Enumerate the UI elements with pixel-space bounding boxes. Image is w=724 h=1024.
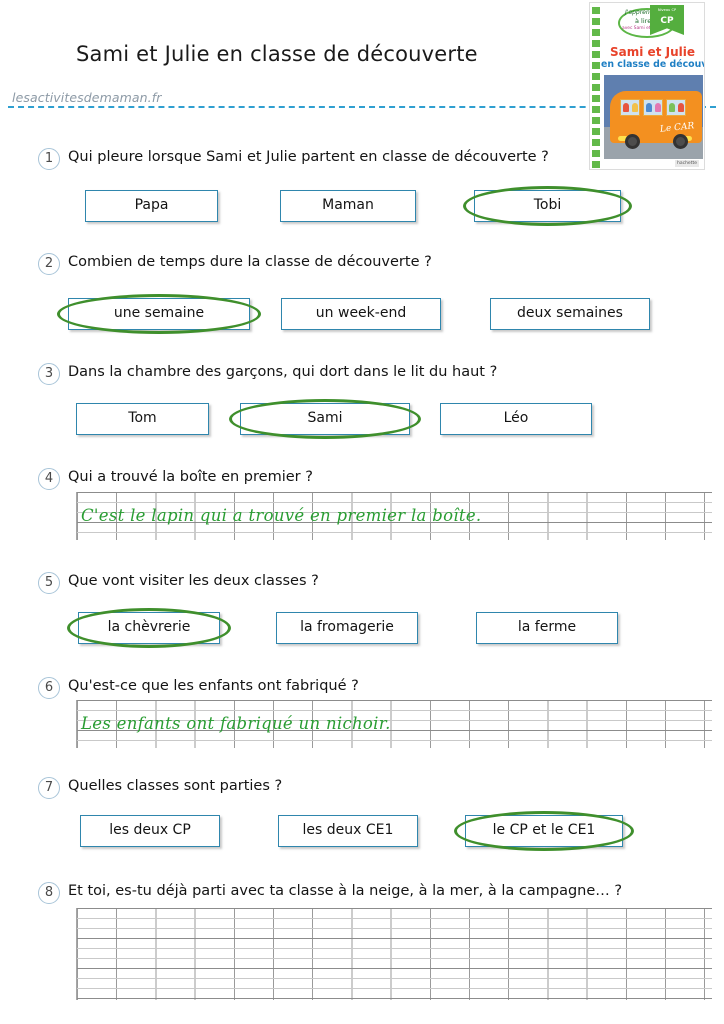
answer-choice-label: Maman	[322, 197, 374, 213]
question-row: 3 Dans la chambre des garçons, qui dort d…	[0, 363, 724, 391]
answer-choice-box[interactable]: Maman	[280, 190, 416, 222]
answer-choice-box[interactable]: Sami	[229, 399, 421, 439]
bus-wheel	[625, 134, 640, 149]
question-text: Que vont visiter les deux classes ?	[68, 573, 319, 589]
answer-choice-label: la ferme	[517, 619, 577, 635]
grid-baseline	[77, 938, 712, 939]
answer-choice-label: Sami	[307, 410, 343, 426]
answer-choice-box[interactable]: la fromagerie	[276, 612, 418, 644]
question-number-badge: 2	[38, 253, 60, 275]
question-row: 7 Quelles classes sont parties ?	[0, 777, 724, 805]
answer-choices-row: la chèvrerie la fromagerie la ferme	[0, 608, 724, 648]
answer-choice-box[interactable]: les deux CP	[80, 815, 220, 847]
question-text: Dans la chambre des garçons, qui dort da…	[68, 364, 498, 380]
level-label: CP	[660, 16, 674, 26]
answer-choice-box[interactable]: une semaine	[57, 294, 261, 334]
question-text: Qui pleure lorsque Sami et Julie partent…	[68, 149, 549, 165]
question-text: Combien de temps dure la classe de décou…	[68, 254, 432, 270]
answer-choice-box[interactable]: les deux CE1	[278, 815, 418, 847]
answer-choice-box[interactable]: Tom	[76, 403, 209, 435]
badge-line2: à lire	[635, 17, 652, 25]
question-text: Qui a trouvé la boîte en premier ?	[68, 469, 313, 485]
question-number-badge: 5	[38, 572, 60, 594]
bus-passenger	[646, 103, 652, 112]
bus-passenger	[632, 103, 638, 112]
handwritten-answer: Les enfants ont fabriqué un nichoir.	[81, 714, 391, 733]
answer-choice-label: la fromagerie	[300, 619, 394, 635]
answer-choice-label: le CP et le CE1	[492, 822, 596, 838]
answer-choice-box[interactable]: la chèvrerie	[67, 608, 231, 648]
question-number-badge: 6	[38, 677, 60, 699]
answer-choice-label: les deux CP	[109, 822, 191, 838]
answer-choices-row: les deux CP les deux CE1 le CP et le CE1	[0, 811, 724, 851]
answer-choice-box[interactable]: Tobi	[463, 186, 632, 226]
question-2: 2 Combien de temps dure la classe de déco…	[0, 253, 724, 281]
bus-passenger	[623, 103, 629, 112]
cover-spine	[590, 3, 601, 169]
grid-baseline	[77, 908, 712, 909]
grid-baseline	[77, 968, 712, 969]
page-title: Sami et Julie en classe de découverte	[76, 42, 478, 66]
question-text: Qu'est-ce que les enfants ont fabriqué ?	[68, 678, 359, 694]
question-number-badge: 8	[38, 882, 60, 904]
answer-choice-box[interactable]: un week-end	[281, 298, 441, 330]
site-watermark: lesactivitesdemaman.fr	[12, 90, 162, 105]
question-1: 1 Qui pleure lorsque Sami et Julie parten…	[0, 148, 724, 176]
question-text: Quelles classes sont parties ?	[68, 778, 283, 794]
answer-choice-box[interactable]: deux semaines	[490, 298, 650, 330]
book-cover-image: J'apprends à lire avec Sami et Julie Niv…	[589, 2, 705, 170]
answer-choice-box[interactable]: la ferme	[476, 612, 618, 644]
question-text: Et toi, es-tu déjà parti avec ta classe …	[68, 883, 623, 899]
answer-choice-label: deux semaines	[517, 305, 623, 321]
question-3: 3 Dans la chambre des garçons, qui dort d…	[0, 363, 724, 391]
question-5: 5 Que vont visiter les deux classes ?	[0, 572, 724, 600]
bus-wheel	[673, 134, 688, 149]
cover-title-line2: en classe de découverte	[601, 59, 704, 70]
answer-choice-label: les deux CE1	[302, 822, 394, 838]
question-number-badge: 4	[38, 468, 60, 490]
bus-passenger	[655, 103, 661, 112]
bus-passenger	[678, 103, 684, 112]
question-row: 5 Que vont visiter les deux classes ?	[0, 572, 724, 600]
grid-baseline	[77, 998, 712, 999]
answer-choice-label: Papa	[134, 197, 169, 213]
level-small-label: Niveau CP	[657, 8, 677, 12]
answer-choice-box[interactable]: Papa	[85, 190, 218, 222]
grid-baseline	[77, 700, 712, 701]
answer-choice-box[interactable]: le CP et le CE1	[454, 811, 634, 851]
grid-baseline	[77, 492, 712, 493]
answer-choice-label: Tom	[128, 410, 157, 426]
question-row: 8 Et toi, es-tu déjà parti avec ta classe…	[0, 882, 724, 910]
cover-illustration-bus: Le CAR	[604, 75, 703, 159]
handwritten-answer: C'est le lapin qui a trouvé en premier l…	[81, 506, 482, 525]
answer-choice-label: la chèvrerie	[107, 619, 191, 635]
question-7: 7 Quelles classes sont parties ?	[0, 777, 724, 805]
answer-choice-label: Tobi	[533, 197, 562, 213]
answer-choices-row: une semaine un week-end deux semaines	[0, 294, 724, 334]
question-row: 1 Qui pleure lorsque Sami et Julie parten…	[0, 148, 724, 176]
answer-choice-label: un week-end	[315, 305, 407, 321]
bus-passenger	[669, 103, 675, 112]
answer-choice-label: une semaine	[113, 305, 205, 321]
grid-ruling	[77, 908, 712, 1000]
question-number-badge: 7	[38, 777, 60, 799]
cover-title-line1: Sami et Julie	[610, 45, 695, 59]
question-number-badge: 3	[38, 363, 60, 385]
bus-script-text: Le CAR	[659, 121, 695, 135]
handwriting-grid[interactable]	[76, 908, 712, 1000]
question-row: 2 Combien de temps dure la classe de déco…	[0, 253, 724, 281]
illustration-bus-body: Le CAR	[610, 91, 702, 149]
answer-choice-box[interactable]: Léo	[440, 403, 592, 435]
answer-choices-row: Tom Sami Léo	[0, 399, 724, 439]
answer-choice-label: Léo	[503, 410, 529, 426]
question-number-badge: 1	[38, 148, 60, 170]
answer-choices-row: Papa Maman Tobi	[0, 186, 724, 226]
question-8: 8 Et toi, es-tu déjà parti avec ta classe…	[0, 882, 724, 910]
